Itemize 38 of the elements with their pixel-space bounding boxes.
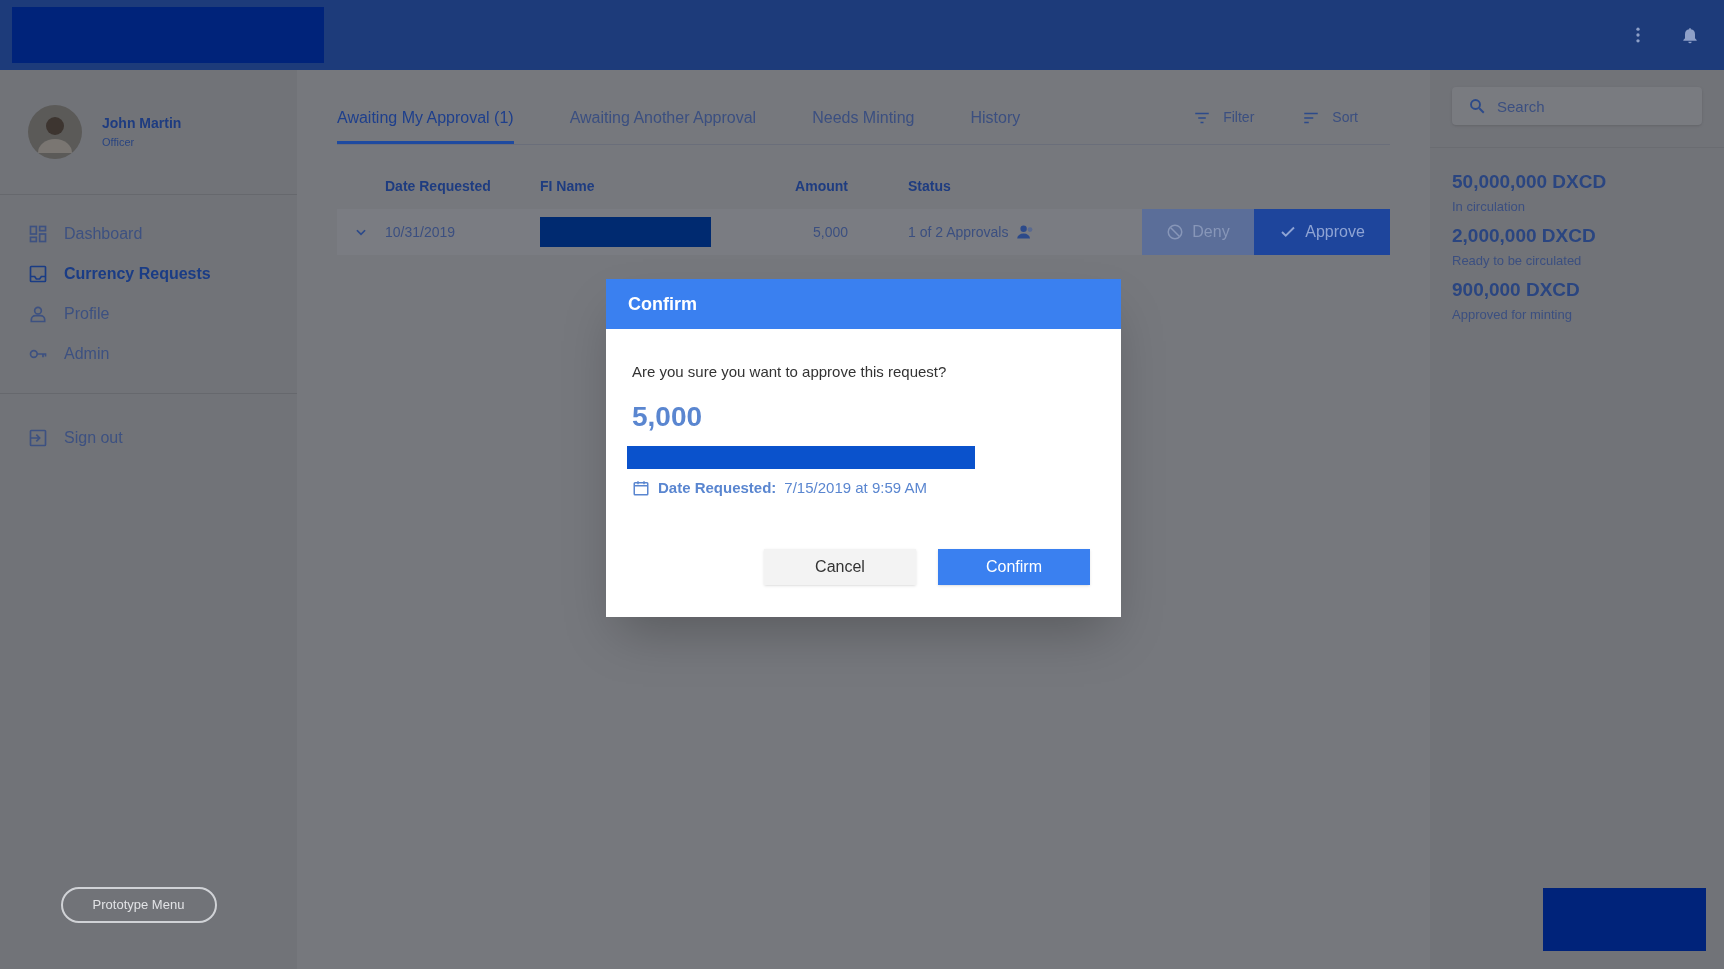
- avatar: [28, 105, 82, 159]
- amount-text: 5,000: [632, 399, 704, 434]
- user-name: John Martin: [102, 114, 182, 134]
- sort-button[interactable]: Sort: [1302, 94, 1358, 144]
- stat-value: 2,000,000 DXCD: [1452, 224, 1597, 248]
- sign-out-icon: [28, 428, 48, 448]
- date-value: 7/15/2019 at 9:59 AM: [784, 477, 927, 498]
- nav-item[interactable]: Currency Requests: [0, 259, 297, 289]
- table-cell-text: 10/31/2019: [385, 222, 457, 242]
- confirm-button[interactable]: Confirm: [938, 549, 1090, 585]
- grid-icon: [28, 224, 48, 244]
- column-header: Date Requested: [385, 177, 492, 196]
- bell-icon[interactable]: [1680, 25, 1700, 45]
- stat-value: 900,000 DXCD: [1452, 278, 1581, 302]
- user-role: Officer: [102, 135, 136, 151]
- tab[interactable]: Needs Minting: [812, 94, 915, 144]
- table-cell-text: 1 of 2 Approvals: [908, 222, 1009, 242]
- cancel-button[interactable]: Cancel: [764, 549, 916, 585]
- tab[interactable]: Awaiting Another Approval: [569, 94, 757, 144]
- tab[interactable]: History: [970, 94, 1021, 144]
- table-cell-text: 5,000: [811, 222, 849, 242]
- dialog-message: Are you sure you want to approve this request?: [632, 362, 948, 382]
- person-icon: [28, 304, 48, 324]
- dialog-title: Confirm: [628, 292, 697, 316]
- search-icon: [1468, 97, 1486, 115]
- date-label: Date Requested:: [658, 477, 777, 498]
- block-icon: [1166, 223, 1185, 241]
- search-field[interactable]: Search: [1452, 87, 1702, 125]
- column-header: Amount: [794, 177, 849, 196]
- tab[interactable]: Awaiting My Approval (1): [337, 94, 514, 144]
- calendar-icon: [632, 478, 650, 497]
- column-header: Status: [907, 177, 952, 196]
- column-header: FI Name: [540, 177, 596, 196]
- prototype-menu-button[interactable]: Prototype Menu: [60, 887, 217, 923]
- approve-button[interactable]: Approve: [1254, 209, 1390, 255]
- stat-value: 50,000,000 DXCD: [1452, 170, 1608, 194]
- inbox-icon: [28, 264, 48, 284]
- filter-button[interactable]: Filter: [1193, 94, 1255, 144]
